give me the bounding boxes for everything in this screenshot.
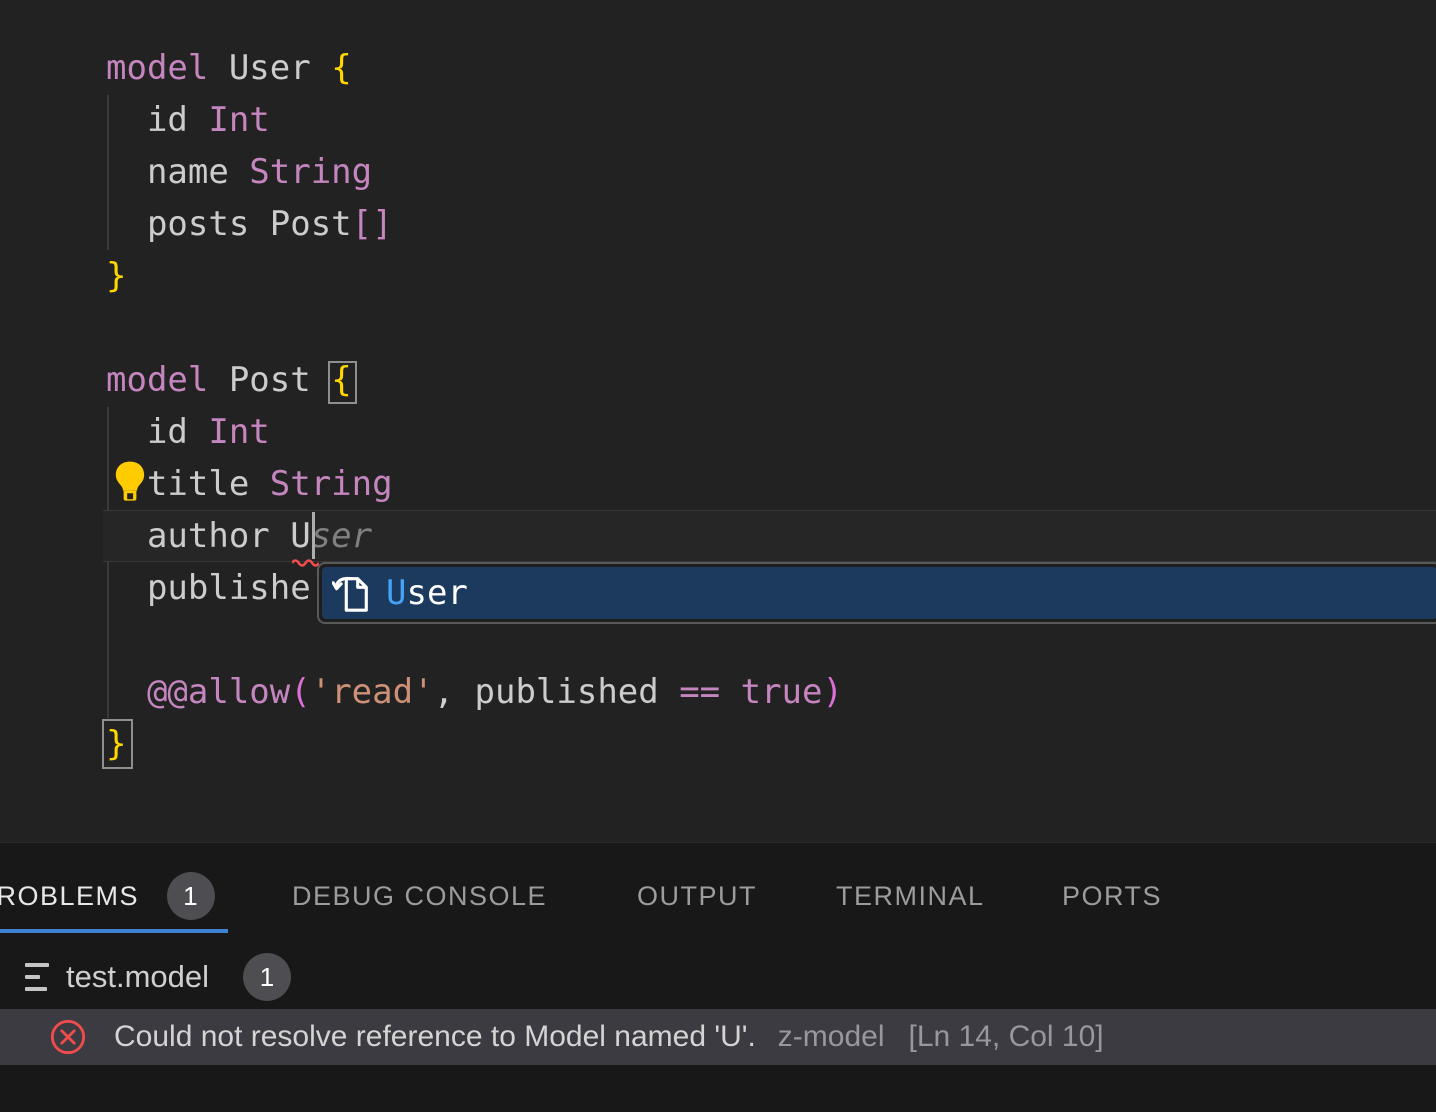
code-line[interactable]: } (106, 250, 843, 302)
bracket-match-open-brace (328, 361, 357, 404)
code-line[interactable]: author User (106, 510, 843, 562)
error-squiggle-underline (292, 556, 319, 567)
code-line[interactable]: } (106, 718, 843, 770)
code-token: [] (352, 204, 393, 244)
model-file-icon (25, 963, 51, 991)
code-token: name (106, 152, 249, 192)
problems-file-row[interactable]: test.model 1 (0, 946, 1436, 1008)
bottom-panel: PROBLEMS 1 DEBUG CONSOLE OUTPUT TERMINAL… (0, 842, 1436, 1112)
problems-error-row[interactable]: Could not resolve reference to Model nam… (0, 1009, 1436, 1065)
tab-output[interactable]: OUTPUT (637, 873, 757, 919)
code-token: Int (208, 100, 269, 140)
suggest-item-label: User (386, 573, 468, 613)
code-token: Int (208, 412, 269, 452)
code-token: id (106, 100, 208, 140)
code-token: id (106, 412, 208, 452)
code-token: posts Post (106, 204, 352, 244)
error-message: Could not resolve reference to Model nam… (114, 1020, 756, 1054)
code-token: String (270, 464, 393, 504)
tab-terminal-label: TERMINAL (836, 881, 985, 912)
tab-problems[interactable]: PROBLEMS 1 (0, 873, 215, 919)
code-line[interactable]: id Int (106, 406, 843, 458)
tab-debug-console[interactable]: DEBUG CONSOLE (292, 873, 547, 919)
tab-problems-label: PROBLEMS (0, 881, 139, 912)
file-error-count-badge: 1 (243, 953, 291, 1001)
error-icon (49, 1018, 87, 1056)
code-area[interactable]: model User { id Int name String posts Po… (106, 42, 843, 770)
code-token: { (331, 48, 351, 88)
tab-ports-label: PORTS (1062, 881, 1162, 912)
code-line[interactable]: title String (106, 458, 843, 510)
code-token: , published (434, 672, 680, 712)
lightbulb-icon[interactable] (113, 460, 147, 503)
code-token: model (106, 48, 229, 88)
code-token: publishe (106, 568, 311, 608)
code-token (106, 672, 147, 712)
code-line[interactable]: name String (106, 146, 843, 198)
code-line[interactable]: @@allow('read', published == true) (106, 666, 843, 718)
suggest-rest-text: ser (406, 573, 467, 613)
vscode-window: model User { id Int name String posts Po… (0, 0, 1436, 1112)
tab-debug-console-label: DEBUG CONSOLE (292, 881, 547, 912)
code-token: } (106, 256, 126, 296)
code-line[interactable]: id Int (106, 94, 843, 146)
code-line[interactable]: model User { (106, 42, 843, 94)
code-token: ) (823, 672, 843, 712)
code-token: model (106, 360, 229, 400)
problems-count-badge: 1 (167, 872, 215, 920)
code-token: ser (311, 516, 372, 556)
suggest-match-text: U (386, 573, 406, 613)
code-token: String (249, 152, 372, 192)
code-token: author U (106, 516, 311, 556)
code-token: User (229, 48, 331, 88)
bracket-match-close-brace (102, 719, 133, 769)
suggest-widget[interactable]: User (317, 562, 1436, 624)
code-token: @@allow (147, 672, 290, 712)
tab-output-label: OUTPUT (637, 881, 757, 912)
tab-ports[interactable]: PORTS (1062, 873, 1162, 919)
code-token: Post (229, 360, 331, 400)
code-line[interactable] (106, 302, 843, 354)
code-token: ( (290, 672, 310, 712)
error-location: [Ln 14, Col 10] (909, 1020, 1104, 1054)
reference-icon (332, 571, 372, 615)
code-line[interactable]: model Post { (106, 354, 843, 406)
problems-file-name: test.model (66, 959, 209, 995)
suggest-item-user[interactable]: User (322, 567, 1436, 619)
code-token: == true (679, 672, 822, 712)
error-source: z-model (778, 1020, 885, 1054)
code-line[interactable]: posts Post[] (106, 198, 843, 250)
active-tab-underline (0, 929, 228, 933)
editor-pane[interactable]: model User { id Int name String posts Po… (0, 0, 1436, 842)
tab-terminal[interactable]: TERMINAL (836, 873, 985, 919)
text-cursor (312, 512, 315, 559)
code-token: 'read' (311, 672, 434, 712)
